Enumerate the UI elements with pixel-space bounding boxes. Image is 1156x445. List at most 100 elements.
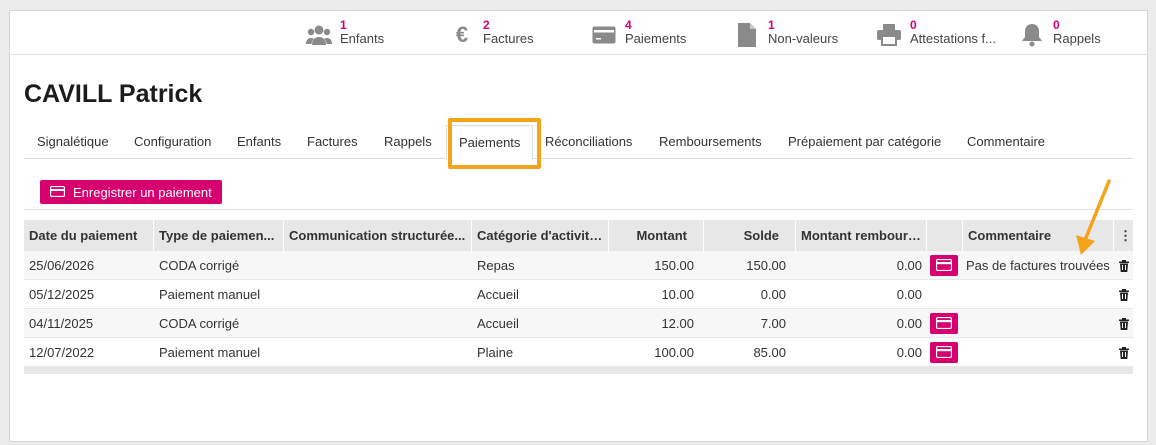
cell-category: Repas — [477, 258, 515, 273]
table-row[interactable]: 12/07/2022 Paiement manuel Plaine 100.00… — [24, 338, 1133, 367]
stat-count: 1 — [768, 18, 775, 32]
printer-icon — [876, 22, 902, 48]
cell-action — [927, 251, 963, 280]
tab-enfants[interactable]: Enfants — [237, 125, 281, 159]
cell-date: 25/06/2026 — [29, 258, 95, 273]
tab-highlight-box — [448, 118, 541, 169]
col-type[interactable]: Type de paiemen... — [154, 220, 284, 251]
col-action — [927, 220, 963, 251]
tab-commentaire[interactable]: Commentaire — [967, 125, 1045, 159]
tab-factures[interactable]: Factures — [307, 125, 358, 159]
cell-type: CODA corrigé — [159, 316, 240, 331]
stat-label: Paiements — [625, 31, 687, 46]
cell-action — [927, 309, 963, 338]
cell-amount: 100.00 — [654, 345, 694, 360]
trash-icon[interactable] — [1114, 309, 1133, 338]
table-row[interactable]: 04/11/2025 CODA corrigé Accueil 12.00 7.… — [24, 309, 1133, 338]
cell-category: Accueil — [477, 316, 519, 331]
cell-communication — [284, 309, 472, 338]
cell-type: Paiement manuel — [159, 287, 261, 302]
col-amount[interactable]: Montant — [609, 220, 704, 251]
tab-remboursements[interactable]: Remboursements — [659, 125, 762, 159]
tab-prepaiement[interactable]: Prépaiement par catégorie — [788, 125, 941, 159]
stat-count: 0 — [1053, 18, 1060, 32]
cell-type: CODA corrigé — [159, 258, 240, 273]
annotation-arrow — [1076, 179, 1111, 255]
cell-amount: 12.00 — [661, 316, 694, 331]
cell-amount: 10.00 — [661, 287, 694, 302]
stat-count: 2 — [483, 18, 490, 32]
tab-signaletique[interactable]: Signalétique — [37, 125, 109, 159]
stat-count: 4 — [625, 18, 632, 32]
credit-card-icon — [49, 185, 66, 200]
tab-bar: Signalétique Configuration Enfants Factu… — [24, 125, 1133, 160]
cell-action — [927, 280, 963, 309]
cell-comment — [963, 280, 1114, 309]
cell-balance: 85.00 — [753, 345, 786, 360]
stat-label: Attestations f... — [910, 31, 996, 46]
payments-table: Date du paiement Type de paiemen... Comm… — [24, 220, 1133, 374]
stat-label: Enfants — [340, 31, 385, 46]
credit-card-icon[interactable] — [930, 255, 958, 276]
cell-date: 12/07/2022 — [29, 345, 95, 360]
cell-date: 04/11/2025 — [29, 316, 94, 331]
cell-communication — [284, 280, 472, 309]
table-scrollbar[interactable] — [24, 367, 1133, 374]
stat-paiements[interactable]: 4 Paiements — [591, 19, 686, 48]
main-panel: 1 Enfants € 2 Factures 4 Paiements 1 Non-val… — [9, 10, 1148, 442]
register-payment-button[interactable]: Enregistrer un paiement — [40, 180, 222, 204]
users-icon — [306, 22, 332, 48]
stats-bar: 1 Enfants € 2 Factures 4 Paiements 1 Non-val… — [10, 11, 1147, 55]
bell-icon — [1019, 22, 1045, 48]
trash-icon[interactable] — [1114, 280, 1133, 309]
cell-refunded: 0.00 — [896, 287, 922, 302]
cell-date: 05/12/2025 — [29, 287, 95, 302]
document-icon — [734, 22, 760, 48]
divider — [24, 209, 1133, 210]
cell-communication — [284, 251, 472, 280]
table-row[interactable]: 25/06/2026 CODA corrigé Repas 150.00 150… — [24, 251, 1133, 280]
credit-card-icon[interactable] — [930, 342, 958, 363]
cell-refunded: 0.00 — [896, 316, 922, 331]
stat-rappels[interactable]: 0 Rappels — [1019, 19, 1101, 48]
stat-attestations[interactable]: 0 Attestations f... — [876, 19, 996, 48]
cell-balance: 150.00 — [746, 258, 786, 273]
cell-balance: 7.00 — [760, 316, 786, 331]
credit-card-icon[interactable] — [930, 313, 958, 334]
stat-label: Factures — [483, 31, 534, 46]
trash-icon[interactable] — [1114, 338, 1133, 367]
col-refunded[interactable]: Montant remboursé — [796, 220, 927, 251]
cell-refunded: 0.00 — [896, 345, 922, 360]
cell-balance: 0.00 — [760, 287, 786, 302]
cell-communication — [284, 338, 472, 367]
tab-configuration[interactable]: Configuration — [134, 125, 211, 159]
col-balance[interactable]: Solde — [704, 220, 796, 251]
cell-category: Plaine — [477, 345, 514, 360]
stat-count: 1 — [340, 18, 347, 32]
cell-amount: 150.00 — [654, 258, 694, 273]
stat-count: 0 — [910, 18, 917, 32]
euro-icon: € — [455, 22, 469, 47]
page-title: CAVILL Patrick — [24, 80, 203, 108]
cell-category: Accueil — [477, 287, 519, 302]
stat-non-valeurs[interactable]: 1 Non-valeurs — [734, 19, 838, 48]
credit-card-icon — [591, 22, 617, 48]
stat-label: Rappels — [1053, 31, 1101, 46]
cell-type: Paiement manuel — [159, 345, 261, 360]
tab-reconciliations[interactable]: Réconciliations — [545, 125, 632, 159]
cell-action — [927, 338, 963, 367]
tab-rappels[interactable]: Rappels — [384, 125, 432, 159]
stat-enfants[interactable]: 1 Enfants — [306, 19, 384, 48]
cell-comment — [963, 338, 1114, 367]
stat-factures[interactable]: € 2 Factures — [449, 19, 534, 48]
col-communication[interactable]: Communication structurée... — [284, 220, 472, 251]
cell-refunded: 0.00 — [896, 258, 922, 273]
cell-comment — [963, 309, 1114, 338]
col-date[interactable]: Date du paiement — [24, 220, 154, 251]
register-payment-label: Enregistrer un paiement — [73, 184, 212, 200]
table-row[interactable]: 05/12/2025 Paiement manuel Accueil 10.00… — [24, 280, 1133, 309]
column-menu-icon[interactable]: ⋮ — [1114, 220, 1133, 251]
col-category[interactable]: Catégorie d'activité... — [472, 220, 609, 251]
stat-label: Non-valeurs — [768, 31, 839, 46]
trash-icon[interactable] — [1114, 251, 1133, 280]
